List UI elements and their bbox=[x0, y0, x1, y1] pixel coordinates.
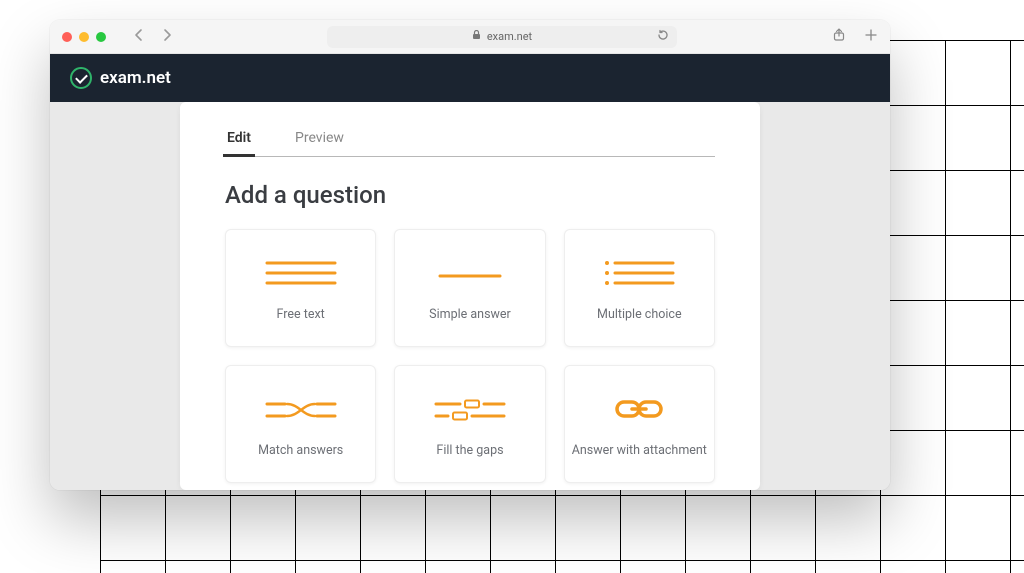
tab-preview[interactable]: Preview bbox=[293, 124, 346, 156]
url-host-text: exam.net bbox=[487, 30, 532, 43]
chevron-left-icon bbox=[134, 28, 144, 42]
free-text-label: Free text bbox=[277, 307, 325, 323]
fill-gaps-label: Fill the gaps bbox=[436, 443, 503, 459]
chevron-right-icon bbox=[162, 28, 172, 42]
browser-right-actions bbox=[832, 28, 878, 46]
browser-nav-arrows bbox=[134, 27, 172, 46]
simple-answer-icon bbox=[425, 253, 515, 293]
attachment-icon bbox=[594, 389, 684, 429]
tab-edit[interactable]: Edit bbox=[225, 124, 253, 156]
window-maximize-button[interactable] bbox=[96, 32, 106, 42]
question-type-multiple-choice[interactable]: Multiple choice bbox=[564, 229, 715, 347]
brand-check-circle-icon bbox=[70, 67, 92, 89]
app-body-area: Edit Preview Add a question bbox=[50, 102, 890, 490]
share-icon[interactable] bbox=[832, 28, 846, 46]
question-type-fill-gaps[interactable]: Fill the gaps bbox=[394, 365, 545, 483]
match-answers-icon bbox=[256, 389, 346, 429]
multiple-choice-label: Multiple choice bbox=[597, 307, 682, 323]
fill-gaps-icon bbox=[425, 389, 515, 429]
refresh-icon[interactable] bbox=[657, 29, 669, 44]
window-close-button[interactable] bbox=[62, 32, 72, 42]
multiple-choice-icon bbox=[594, 253, 684, 293]
question-type-simple-answer[interactable]: Simple answer bbox=[394, 229, 545, 347]
brand-logo-lockup[interactable]: exam.net bbox=[70, 67, 171, 89]
browser-back-button[interactable] bbox=[134, 27, 144, 46]
browser-chrome-bar: exam.net bbox=[50, 20, 890, 54]
new-tab-icon[interactable] bbox=[864, 28, 878, 46]
question-type-grid: Free text Simple answer bbox=[225, 229, 715, 483]
question-type-answer-attachment[interactable]: Answer with attachment bbox=[564, 365, 715, 483]
tab-preview-label: Preview bbox=[295, 130, 344, 146]
app-header-bar: exam.net bbox=[50, 54, 890, 102]
simple-answer-label: Simple answer bbox=[429, 307, 511, 323]
editor-tabs: Edit Preview bbox=[225, 124, 715, 157]
question-type-match-answers[interactable]: Match answers bbox=[225, 365, 376, 483]
match-answers-label: Match answers bbox=[258, 443, 343, 459]
question-type-free-text[interactable]: Free text bbox=[225, 229, 376, 347]
free-text-icon bbox=[256, 253, 346, 293]
browser-forward-button[interactable] bbox=[162, 27, 172, 46]
browser-window-frame: exam.net exam.net Edit bbox=[50, 20, 890, 490]
window-minimize-button[interactable] bbox=[79, 32, 89, 42]
page-title: Add a question bbox=[225, 181, 715, 209]
browser-url-bar[interactable]: exam.net bbox=[327, 26, 677, 48]
tab-edit-label: Edit bbox=[227, 130, 251, 146]
attachment-label: Answer with attachment bbox=[572, 443, 707, 459]
lock-icon bbox=[472, 30, 481, 43]
editor-card: Edit Preview Add a question bbox=[180, 102, 760, 490]
window-controls bbox=[62, 32, 106, 42]
brand-name-text: exam.net bbox=[100, 68, 171, 88]
